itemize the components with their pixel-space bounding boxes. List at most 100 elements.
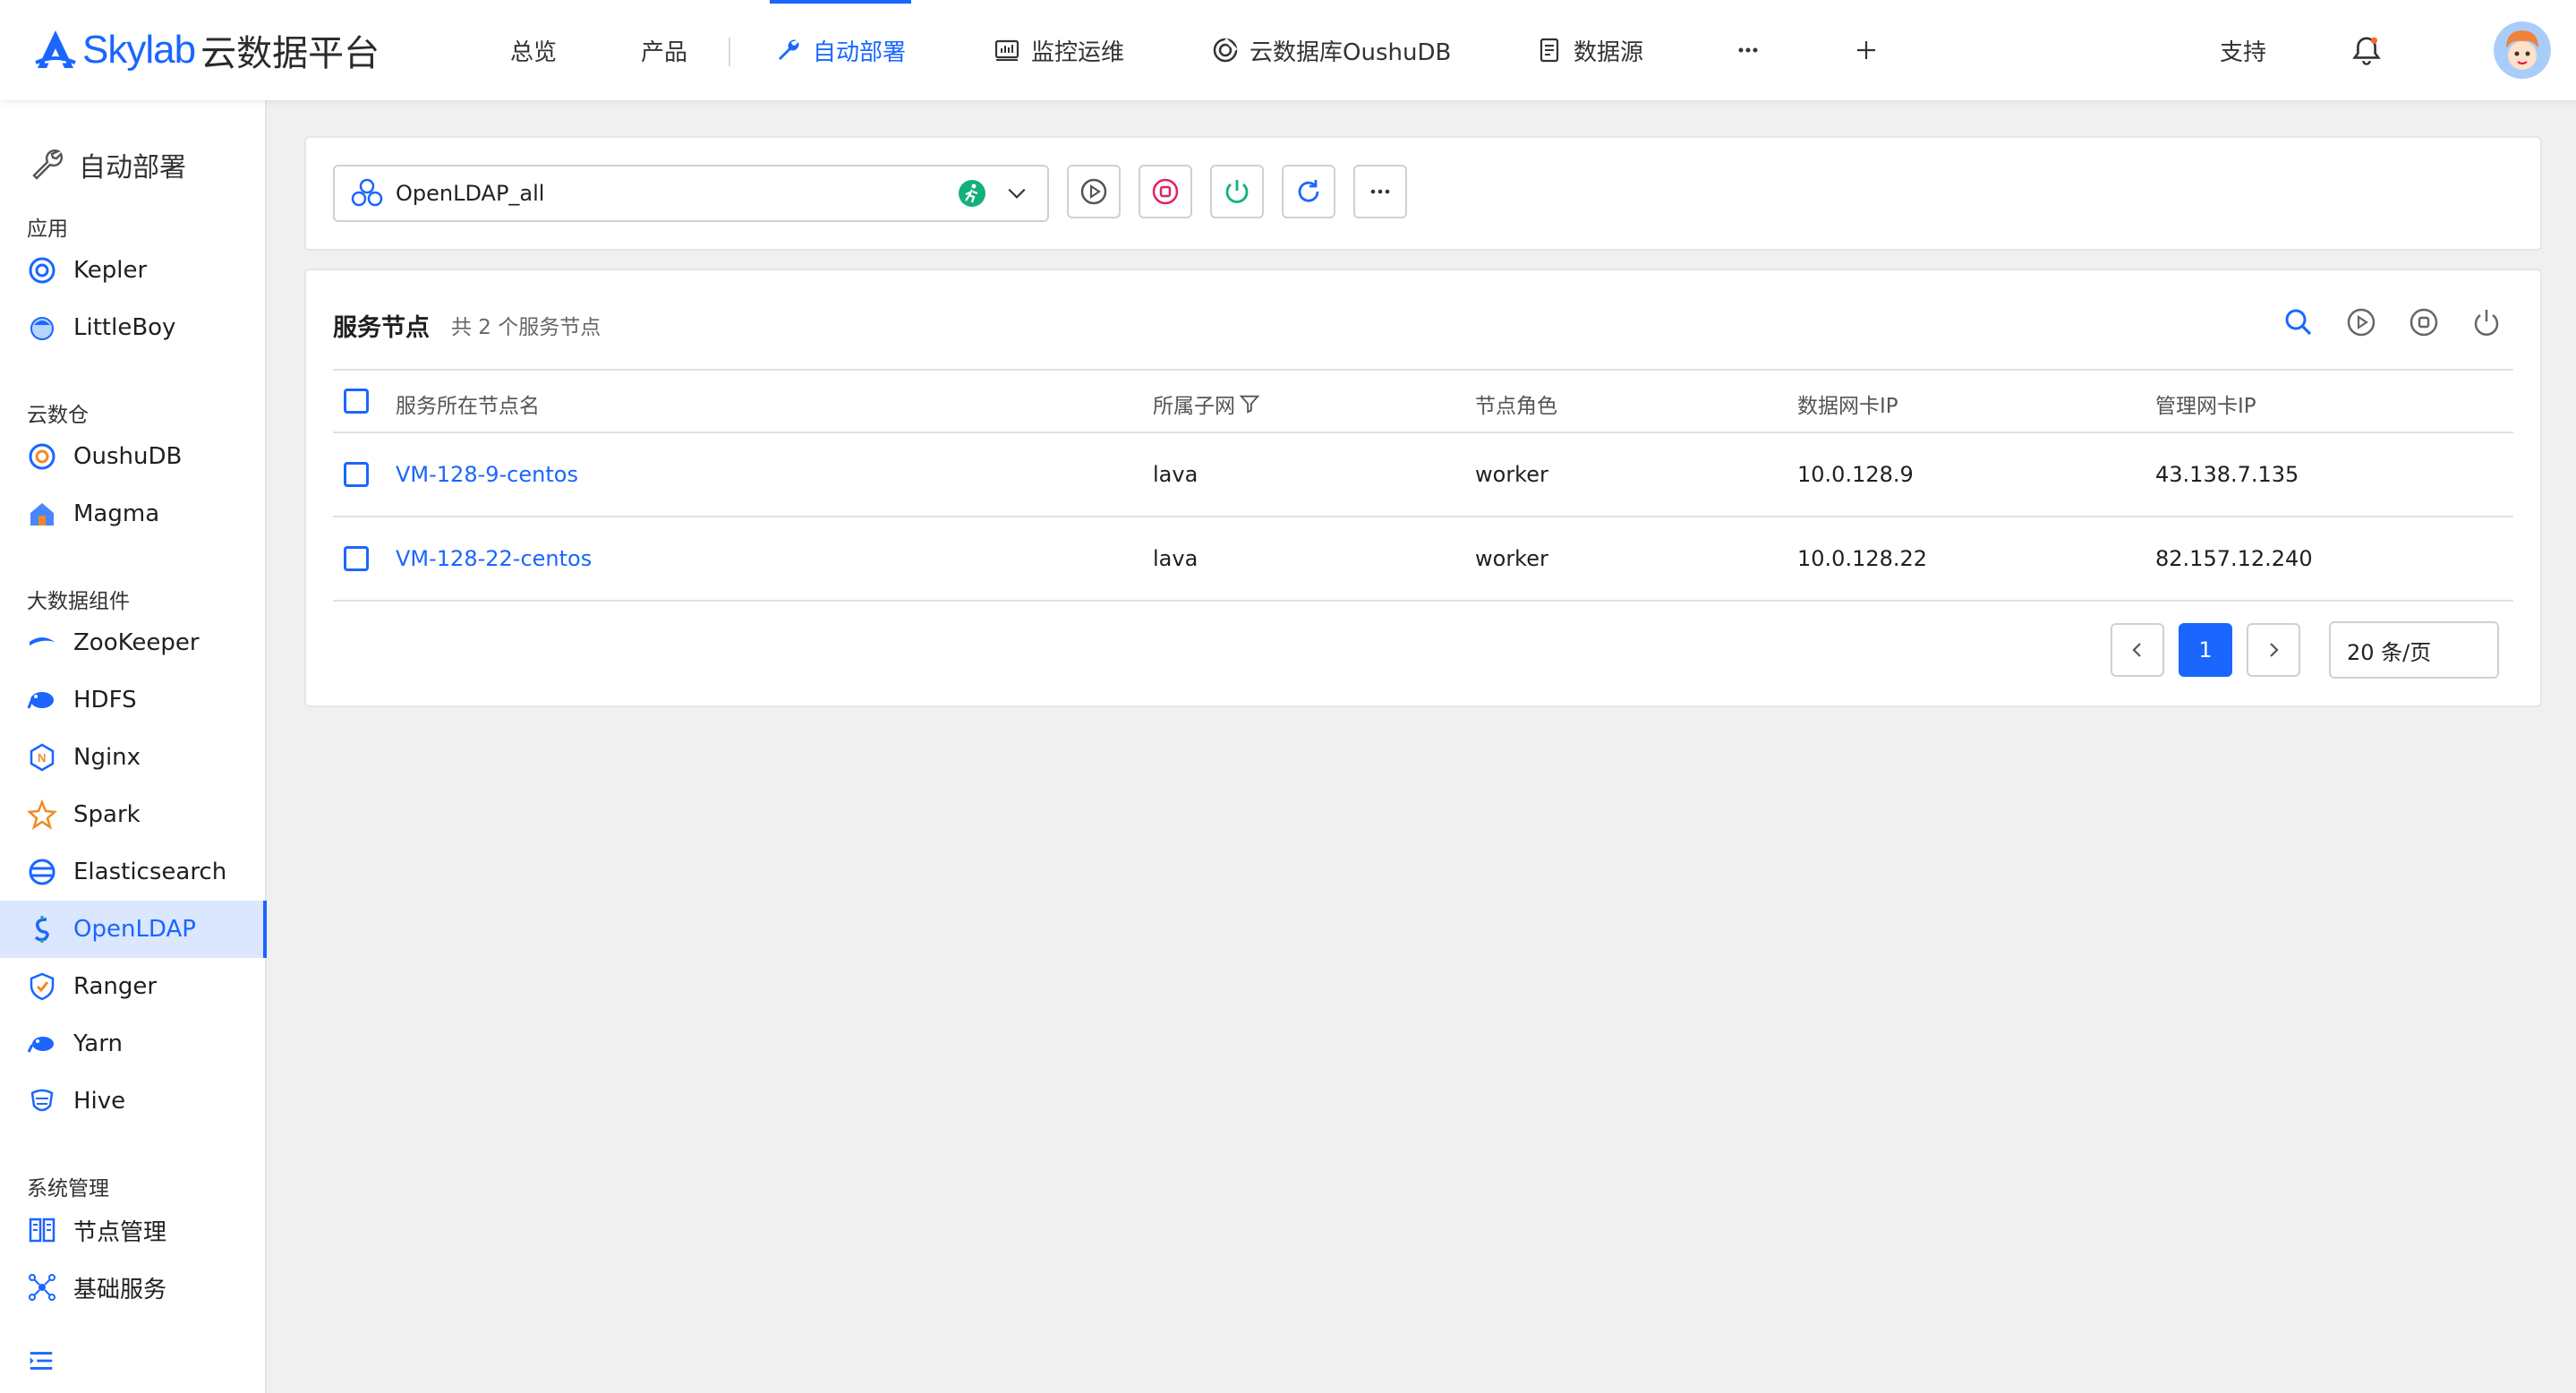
zookeeper-icon xyxy=(30,637,55,645)
node-subnet: lava xyxy=(1153,546,1198,571)
refresh-icon xyxy=(1298,180,1319,202)
sidebar-item-elasticsearch[interactable]: Elasticsearch xyxy=(0,843,267,901)
sidebar-item-kepler[interactable]: Kepler xyxy=(0,242,267,299)
nav-products[interactable]: 产品 xyxy=(641,0,687,100)
filter-icon[interactable] xyxy=(1239,393,1260,414)
select-all-checkbox[interactable] xyxy=(344,389,369,414)
nav-overview[interactable]: 总览 xyxy=(510,0,557,100)
prev-page-button[interactable] xyxy=(2111,623,2164,677)
sidebar-item-spark[interactable]: Spark xyxy=(0,786,267,843)
sidebar-item-magma[interactable]: Magma xyxy=(0,485,267,543)
brand-subtitle: 云数据平台 xyxy=(200,33,380,74)
nav-datasource-label: 数据源 xyxy=(1574,38,1644,66)
more-nav-button[interactable] xyxy=(1735,0,1772,100)
nav-oushudb-label: 云数据库OushuDB xyxy=(1250,38,1452,66)
stop-circle-icon[interactable] xyxy=(2408,306,2440,338)
hdfs-elephant-icon xyxy=(27,692,54,709)
sidebar-item-hive[interactable]: Hive xyxy=(0,1073,267,1130)
sidebar: 自动部署 应用 Kepler LittleBoy 云数仓 OushuDB Mag… xyxy=(0,100,267,1393)
sidebar-item-hdfs[interactable]: HDFS xyxy=(0,671,267,729)
sidebar-item-nginx[interactable]: N Nginx xyxy=(0,729,267,786)
oushudb-icon xyxy=(29,443,55,470)
collapse-sidebar-button[interactable] xyxy=(0,1332,72,1389)
page-size-select[interactable]: 20 条/页 xyxy=(2329,621,2499,679)
nav-oushudb[interactable]: 云数据库OushuDB xyxy=(1212,0,1451,100)
sidebar-item-zookeeper[interactable]: ZooKeeper xyxy=(0,614,267,671)
sidebar-item-yarn[interactable]: Yarn xyxy=(0,1015,267,1073)
sidebar-item-node-management[interactable]: 节点管理 xyxy=(0,1201,267,1259)
power-icon[interactable] xyxy=(2470,306,2503,338)
row-checkbox[interactable] xyxy=(344,546,369,571)
power-icon xyxy=(1225,180,1249,203)
yarn-elephant-icon xyxy=(27,1037,54,1053)
play-circle-icon xyxy=(1080,178,1107,205)
refresh-button[interactable] xyxy=(1282,165,1335,218)
table-bottom-border xyxy=(333,600,2513,602)
sidebar-title-label: 自动部署 xyxy=(79,152,186,184)
panel-node-count: 共 2 个服务节点 xyxy=(451,316,601,339)
ranger-shield-icon xyxy=(30,972,55,1001)
sidebar-item-label: Elasticsearch xyxy=(73,859,227,885)
add-tab-button[interactable] xyxy=(1853,0,1890,100)
sidebar-item-label: LittleBoy xyxy=(73,314,176,341)
node-name-link[interactable]: VM-128-9-centos xyxy=(396,462,578,487)
row-divider xyxy=(333,516,2513,517)
table-top-border xyxy=(333,369,2513,371)
node-mgmt-ip: 43.138.7.135 xyxy=(2155,462,2299,487)
stop-button[interactable] xyxy=(1139,165,1192,218)
play-circle-icon[interactable] xyxy=(2345,306,2377,338)
start-button[interactable] xyxy=(1067,165,1121,218)
node-mgmt-ip: 82.157.12.240 xyxy=(2155,546,2313,571)
sidebar-group-apps: 应用 xyxy=(27,218,68,241)
littleboy-icon xyxy=(30,317,54,340)
avatar-face-icon xyxy=(2494,21,2551,79)
nav-auto-deploy-label: 自动部署 xyxy=(813,38,907,66)
sidebar-item-oushudb[interactable]: OushuDB xyxy=(0,428,267,485)
sidebar-item-littleboy[interactable]: LittleBoy xyxy=(0,299,267,356)
running-status-icon xyxy=(959,180,985,207)
spark-star-icon xyxy=(27,799,57,830)
nav-overview-label: 总览 xyxy=(510,38,558,66)
svg-text:N: N xyxy=(38,751,46,765)
next-page-button[interactable] xyxy=(2247,623,2300,677)
sidebar-item-label: Kepler xyxy=(73,257,148,284)
sidebar-item-label: Hive xyxy=(73,1088,126,1115)
nav-datasource[interactable]: 数据源 xyxy=(1536,0,1643,100)
logo[interactable]: Skylab 云数据平台 xyxy=(32,25,380,75)
node-subnet: lava xyxy=(1153,462,1198,487)
node-name-link[interactable]: VM-128-22-centos xyxy=(396,546,592,571)
sidebar-item-label: OushuDB xyxy=(73,443,183,470)
network-nodes-icon xyxy=(29,1274,55,1301)
table-header-border xyxy=(333,432,2513,433)
col-header-subnet-label: 所属子网 xyxy=(1153,395,1235,418)
more-actions-button[interactable] xyxy=(1353,165,1407,218)
nav-monitoring[interactable]: 监控运维 xyxy=(994,0,1124,100)
support-label: 支持 xyxy=(2220,38,2267,66)
node-role: worker xyxy=(1475,546,1548,571)
top-navbar: Skylab 云数据平台 总览 产品 自动部署 监控运维 云数据库OushuDB… xyxy=(0,0,2576,100)
power-button[interactable] xyxy=(1210,165,1264,218)
page-1-button[interactable]: 1 xyxy=(2179,623,2232,677)
panel-title: 服务节点 xyxy=(333,314,430,342)
sidebar-item-label: OpenLDAP xyxy=(73,916,196,943)
user-avatar[interactable] xyxy=(2494,21,2551,79)
menu-collapse-icon xyxy=(30,1352,53,1370)
sidebar-item-openldap[interactable]: OpenLDAP xyxy=(0,901,267,958)
col-header-node-role: 节点角色 xyxy=(1475,395,1557,418)
document-icon xyxy=(1540,38,1559,63)
nav-auto-deploy[interactable]: 自动部署 xyxy=(769,0,912,100)
sidebar-item-label: Ranger xyxy=(73,973,158,1000)
support-link[interactable]: 支持 xyxy=(2220,0,2266,100)
cluster-select[interactable]: OpenLDAP_all xyxy=(333,165,1049,222)
col-header-mgmt-ip: 管理网卡IP xyxy=(2155,395,2256,418)
sidebar-item-label: Magma xyxy=(73,500,160,527)
sidebar-item-ranger[interactable]: Ranger xyxy=(0,958,267,1015)
skylab-logo-icon xyxy=(35,30,76,68)
node-role: worker xyxy=(1475,462,1548,487)
nav-products-label: 产品 xyxy=(641,38,688,66)
notifications-button[interactable] xyxy=(2350,0,2383,100)
sidebar-item-base-services[interactable]: 基础服务 xyxy=(0,1259,267,1316)
row-checkbox[interactable] xyxy=(344,462,369,487)
search-icon[interactable] xyxy=(2282,306,2315,338)
sidebar-item-label: 节点管理 xyxy=(73,1218,167,1246)
